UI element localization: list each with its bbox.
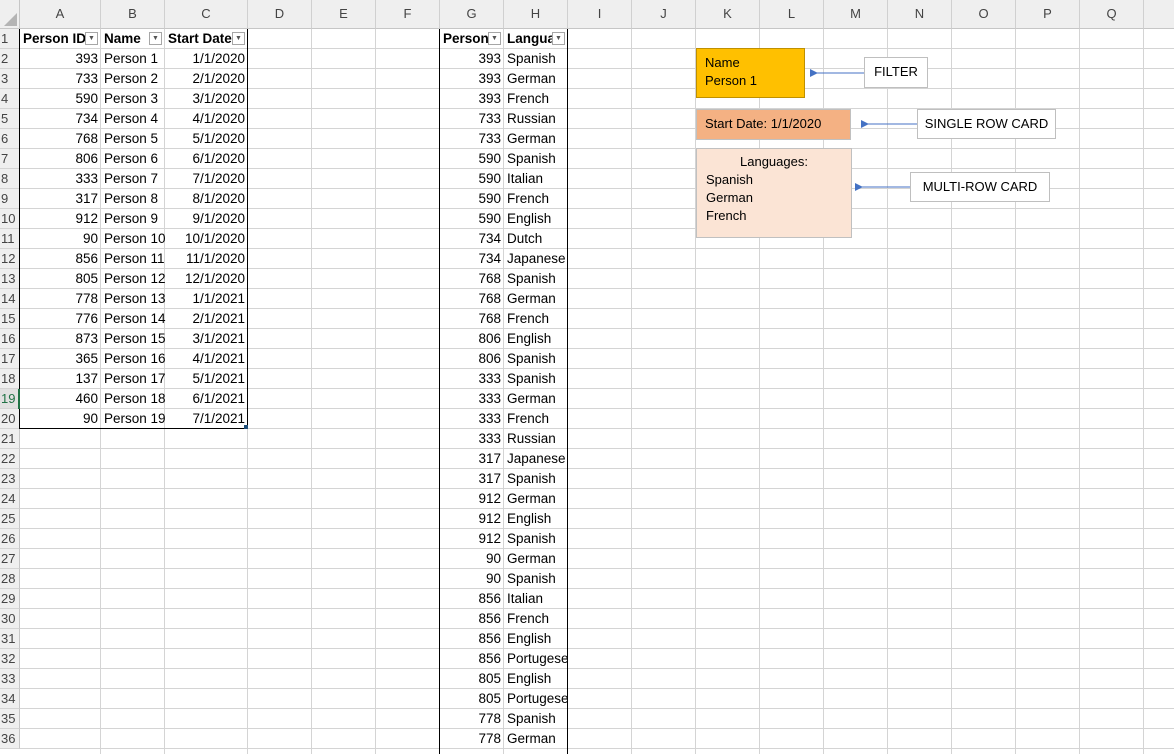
- active-row-indicator: [18, 389, 20, 409]
- callout-arrows: [810, 69, 917, 191]
- spreadsheet[interactable]: ABCDEFGHIJKLMNOPQ 1 2 3 4 5 6 7 8 9 10 11 12 13 14 15 1…: [0, 0, 1174, 754]
